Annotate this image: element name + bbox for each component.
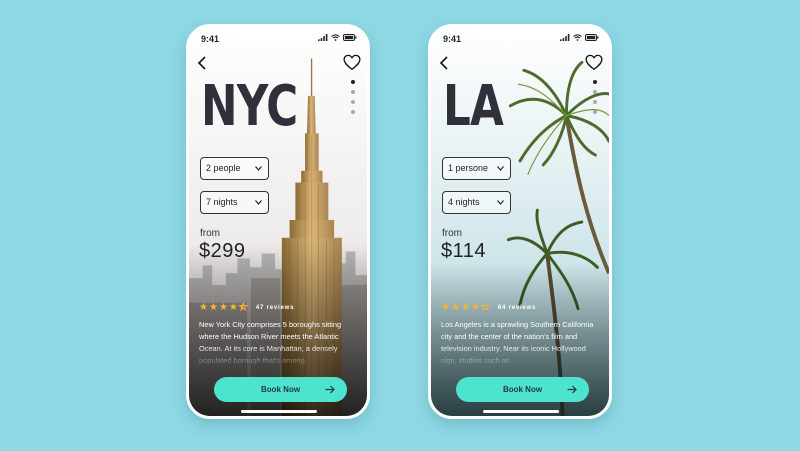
page-dot[interactable] bbox=[351, 110, 355, 114]
chevron-down-icon bbox=[497, 200, 504, 205]
guests-select[interactable]: 2 people bbox=[200, 157, 269, 180]
star-icon: ★ bbox=[470, 302, 480, 313]
status-time: 9:41 bbox=[443, 34, 462, 44]
rating-row: ★ ★ ★ ★ ★ 47 reviews bbox=[199, 302, 295, 313]
page-dot[interactable] bbox=[351, 90, 355, 94]
from-label: from bbox=[200, 228, 220, 239]
half-star-icon: ★ bbox=[238, 302, 248, 313]
star-icon: ★ bbox=[460, 302, 470, 313]
la-phone-card: 9:41 LA 1 persone 4 nights from $114 ★ ★… bbox=[428, 24, 612, 419]
city-description: New York City comprises 5 boroughs sitti… bbox=[199, 320, 342, 365]
star-icon: ★ bbox=[450, 302, 460, 313]
star-icon: ★ bbox=[208, 302, 218, 313]
star-icon: ★ bbox=[199, 302, 208, 313]
home-indicator bbox=[483, 410, 559, 413]
guests-select[interactable]: 1 persone bbox=[442, 157, 511, 180]
star-icon: ★ bbox=[218, 302, 228, 313]
nights-select[interactable]: 4 nights bbox=[442, 191, 511, 214]
book-now-button[interactable]: Book Now bbox=[214, 377, 347, 402]
page-indicator bbox=[351, 80, 355, 114]
city-description: Los Angeles is a sprawling Southern Cali… bbox=[441, 320, 594, 365]
page-dot[interactable] bbox=[593, 110, 597, 114]
page-dot[interactable] bbox=[593, 100, 597, 104]
guests-value: 2 people bbox=[206, 163, 241, 173]
heart-icon[interactable] bbox=[585, 54, 603, 71]
chevron-down-icon bbox=[255, 200, 262, 205]
empty-star-icon: ★ bbox=[480, 302, 490, 313]
back-chevron-icon[interactable] bbox=[195, 55, 211, 71]
nyc-phone-card: 9:41 NYC 2 people 7 nights from $299 ★ ★… bbox=[186, 24, 370, 419]
arrow-right-icon bbox=[567, 385, 577, 394]
page-dot[interactable] bbox=[351, 100, 355, 104]
reviews-count: 47 reviews bbox=[255, 305, 295, 311]
phone-notch bbox=[231, 27, 327, 40]
from-label: from bbox=[442, 228, 462, 239]
wifi-icon bbox=[573, 34, 582, 41]
city-title: LA bbox=[443, 74, 504, 139]
guests-value: 1 persone bbox=[448, 163, 489, 173]
nights-select[interactable]: 7 nights bbox=[200, 191, 269, 214]
city-title: NYC bbox=[201, 74, 298, 139]
price: $299 bbox=[199, 240, 246, 262]
chevron-down-icon bbox=[497, 166, 504, 171]
nights-value: 7 nights bbox=[206, 197, 238, 207]
book-now-button[interactable]: Book Now bbox=[456, 377, 589, 402]
heart-icon[interactable] bbox=[343, 54, 361, 71]
nights-value: 4 nights bbox=[448, 197, 480, 207]
price: $114 bbox=[441, 240, 487, 262]
wifi-icon bbox=[331, 34, 340, 41]
phone-notch bbox=[473, 27, 569, 40]
page-dot-active[interactable] bbox=[593, 80, 597, 84]
arrow-right-icon bbox=[325, 385, 335, 394]
battery-icon bbox=[585, 34, 599, 41]
battery-icon bbox=[343, 34, 357, 41]
status-time: 9:41 bbox=[201, 34, 220, 44]
back-chevron-icon[interactable] bbox=[437, 55, 453, 71]
chevron-down-icon bbox=[255, 166, 262, 171]
page-indicator bbox=[593, 80, 597, 114]
reviews-count: 64 reviews bbox=[497, 305, 537, 311]
page-dot-active[interactable] bbox=[351, 80, 355, 84]
page-dot[interactable] bbox=[593, 90, 597, 94]
star-icon: ★ bbox=[441, 302, 450, 313]
star-icon: ★ bbox=[228, 302, 238, 313]
home-indicator bbox=[241, 410, 317, 413]
rating-row: ★ ★ ★ ★ ★ 64 reviews bbox=[441, 302, 537, 313]
